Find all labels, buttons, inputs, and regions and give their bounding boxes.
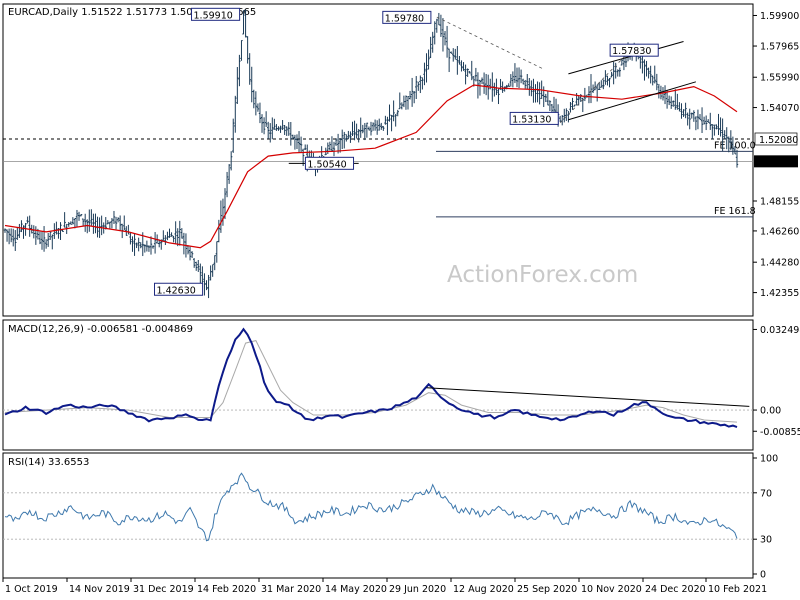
x-tick-label: 14 Nov 2019 xyxy=(69,584,130,595)
x-tick-label: 25 Sep 2020 xyxy=(517,584,577,595)
x-tick-label: 14 Feb 2020 xyxy=(197,584,256,595)
y-tick-label: 1.59900 xyxy=(760,11,799,22)
y-tick-label: 1.55990 xyxy=(760,73,799,84)
y-tick-label: 1.54070 xyxy=(760,103,799,114)
watermark: ActionForex.com xyxy=(447,262,638,288)
x-tick-label: 29 Jun 2020 xyxy=(389,584,446,595)
y-tick-label: 70 xyxy=(760,488,772,499)
y-tick-label: -0.00855 xyxy=(760,427,800,438)
y-tick-label: 0 xyxy=(760,570,766,581)
rsi-pane-header: RSI(14) 33.6553 xyxy=(8,457,89,468)
macd-pane-header: MACD(12,26,9) -0.006581 -0.004869 xyxy=(8,324,193,335)
x-tick-label: 31 Mar 2020 xyxy=(261,584,321,595)
x-tick-label: 24 Dec 2020 xyxy=(645,584,706,595)
x-tick-label: 14 May 2020 xyxy=(325,584,387,595)
y-tick-label: 1.48155 xyxy=(760,196,799,207)
x-tick-label: 31 Dec 2019 xyxy=(133,584,194,595)
x-tick-label: 12 Aug 2020 xyxy=(453,584,514,595)
y-tick-label: 30 xyxy=(760,535,772,546)
fe-level-label: FE 161.8 xyxy=(714,206,756,217)
y-tick-label: 1.42355 xyxy=(760,288,799,299)
annotation-label: 1.59780 xyxy=(385,13,424,24)
annotation-label: 1.59910 xyxy=(194,10,233,21)
x-tick-label: 10 Nov 2020 xyxy=(581,584,642,595)
x-tick-label: 10 Feb 2021 xyxy=(708,584,767,595)
current-price-label: 1.50665 xyxy=(758,157,797,168)
annotation-label: 1.57830 xyxy=(612,46,651,57)
y-tick-label: 1.46260 xyxy=(760,226,799,237)
y-tick-label: 0.00 xyxy=(760,406,781,417)
level-label: 1.52080 xyxy=(759,135,798,146)
x-tick-label: 1 Oct 2019 xyxy=(5,584,58,595)
y-tick-label: 1.57965 xyxy=(760,42,799,53)
annotation-label: 1.42630 xyxy=(157,285,196,296)
annotation-label: 1.53130 xyxy=(512,114,551,125)
y-tick-label: 1.44280 xyxy=(760,258,799,269)
annotation-label: 1.50540 xyxy=(307,159,346,170)
y-tick-label: 0.032498 xyxy=(760,325,800,336)
y-tick-label: 100 xyxy=(760,454,778,465)
chart-canvas: ActionForex.com EURCAD,Daily 1.51522 1.5… xyxy=(0,0,800,600)
